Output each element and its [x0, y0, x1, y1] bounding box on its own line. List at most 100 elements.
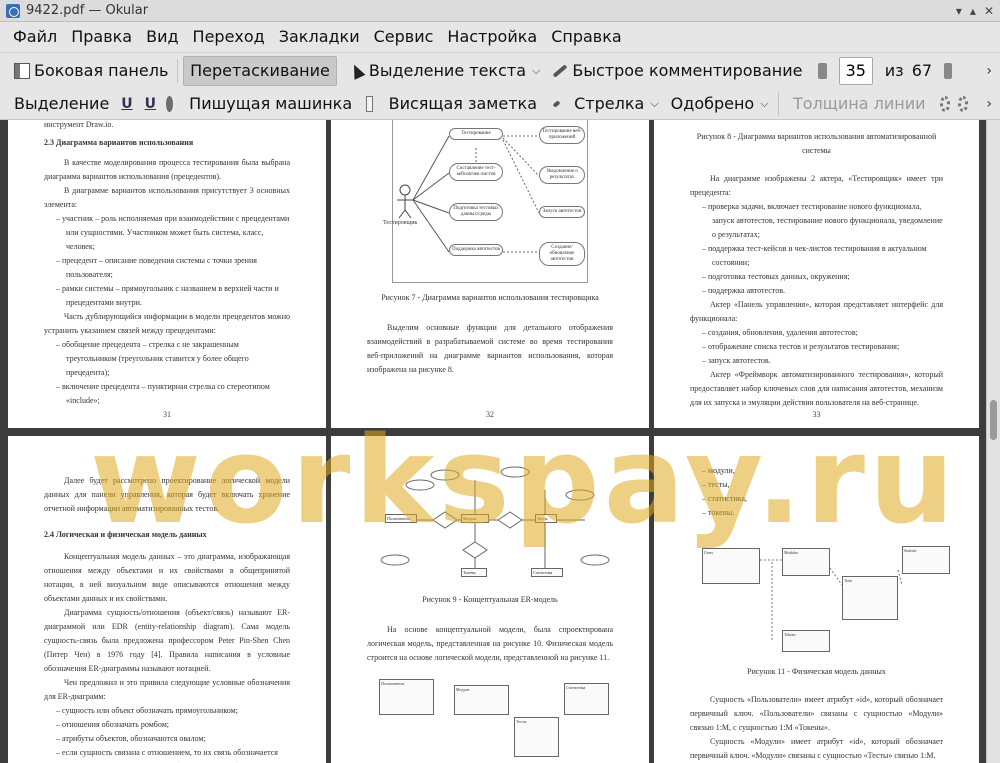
- okular-app-icon: [6, 3, 20, 18]
- minimize-icon[interactable]: ▾: [956, 4, 962, 18]
- strikeout-icon[interactable]: [166, 95, 174, 112]
- physical-table: Tests: [842, 576, 898, 620]
- list-item: – запуск автотестов.: [702, 356, 771, 365]
- physical-model-diagram: Users Modules Tests Tokens Statistic: [702, 540, 952, 655]
- list-item: – прецедент – описание поведения системы…: [56, 256, 257, 279]
- paragraph: Концептуальная модель данных – это диагр…: [44, 552, 290, 603]
- menu-view[interactable]: Вид: [139, 22, 185, 52]
- paragraph: Выделим основные функции для детального …: [367, 323, 613, 374]
- er-entity: Статистика: [531, 568, 563, 577]
- close-icon[interactable]: ✕: [984, 4, 994, 18]
- use-case-node: Поддержка автотестов: [449, 244, 503, 256]
- main-toolbar: Боковая панель Перетаскивание Выделение …: [0, 52, 1000, 88]
- menu-tools[interactable]: Сервис: [367, 22, 441, 52]
- physical-table: Statistic: [902, 546, 950, 574]
- page-down-icon[interactable]: [944, 62, 953, 79]
- physical-table: Modules: [782, 548, 830, 576]
- menu-bookmarks[interactable]: Закладки: [272, 22, 367, 52]
- window-controls: ▾ ▴ ✕: [956, 4, 994, 18]
- list-item: – сущность или объект обозначать прямоуг…: [56, 706, 238, 715]
- chevron-down-icon[interactable]: ⌵: [760, 97, 768, 111]
- figure-caption: Рисунок 9 - Концептуальная ER-модель: [422, 595, 558, 604]
- toolbar-overflow-icon[interactable]: ›: [978, 63, 1000, 79]
- sidebar-button[interactable]: Боковая панель: [8, 56, 174, 86]
- menu-file[interactable]: Файл: [6, 22, 64, 52]
- typewriter-button[interactable]: Пишущая машинка: [183, 89, 358, 119]
- color-picker-icon[interactable]: [939, 95, 950, 112]
- menu-help[interactable]: Справка: [544, 22, 629, 52]
- section-heading: 2.4 Логическая и физическая модель данны…: [44, 530, 207, 539]
- paragraph: На основе концептуальной модели, была сп…: [367, 625, 613, 662]
- menu-settings[interactable]: Настройка: [440, 22, 544, 52]
- er-entity: Тесты: [535, 514, 557, 523]
- er-entity: Пользователи: [385, 514, 417, 523]
- note-icon: [366, 95, 373, 112]
- maximize-icon[interactable]: ▴: [970, 4, 976, 18]
- arrow-button[interactable]: Стрелка ⌵: [568, 89, 665, 119]
- drag-mode-label: Перетаскивание: [190, 61, 330, 80]
- er-diagram: Пользователи Модули Тесты Токены Статист…: [365, 460, 615, 585]
- list-item: – рамки системы – прямоугольник с назван…: [56, 284, 279, 307]
- document-view[interactable]: инструмент Draw.io. 2.3 Диаграмма вариан…: [0, 120, 986, 763]
- sidebar-label: Боковая панель: [34, 61, 169, 80]
- list-item: – токены.: [702, 508, 735, 517]
- squiggle-underline-icon[interactable]: U: [145, 96, 156, 112]
- paragraph: В качестве моделирования процесса тестир…: [44, 158, 290, 181]
- er-entity: Токены: [461, 568, 487, 577]
- use-case-node: Подготовка тестовых данных/среды: [449, 203, 503, 221]
- vertical-scrollbar[interactable]: [986, 120, 1000, 763]
- text-select-button[interactable]: Выделение текста ⌵: [345, 56, 546, 86]
- menu-go[interactable]: Переход: [186, 22, 272, 52]
- quick-comment-button[interactable]: Быстрое комментирование: [546, 56, 808, 86]
- page-36: – модули, – тесты, – статистика, – токен…: [654, 436, 979, 763]
- menu-bar: Файл Правка Вид Переход Закладки Сервис …: [0, 22, 1000, 52]
- use-case-node: Тестирование: [449, 128, 503, 140]
- list-item: – статистика,: [702, 494, 747, 503]
- page-35: Пользователи Модули Тесты Токены Статист…: [331, 436, 649, 763]
- chevron-down-icon[interactable]: ⌵: [650, 97, 658, 111]
- text-select-label: Выделение текста: [368, 61, 526, 80]
- list-item: – участник – роль исполняемая при взаимо…: [56, 214, 290, 251]
- page-number-input[interactable]: 35: [838, 56, 873, 85]
- toolbar-overflow-icon[interactable]: ›: [978, 96, 1000, 112]
- sidebar-icon: [14, 62, 30, 79]
- page-up-icon[interactable]: [818, 62, 827, 79]
- stamp-button[interactable]: Одобрено ⌵: [665, 89, 775, 119]
- list-item: – если сущность связана с отношением, то…: [56, 748, 278, 763]
- logical-table: Пользователи: [379, 679, 434, 715]
- opacity-icon[interactable]: [957, 95, 969, 112]
- figure-caption: Рисунок 11 - Физическая модель данных: [747, 667, 886, 676]
- paragraph: Актер «Фреймворк автоматизированного тес…: [690, 370, 943, 407]
- scrollbar-thumb[interactable]: [990, 400, 997, 440]
- list-item: – проверка задачи, включает тестирование…: [702, 202, 943, 239]
- use-case-node: Запуск автотестов: [539, 206, 585, 218]
- list-item: – модули,: [702, 466, 735, 475]
- list-item: – отображение списка тестов и результато…: [702, 342, 900, 351]
- highlight-button[interactable]: Выделение: [8, 89, 115, 119]
- list-item: – обобщение прецедента – стрелка с не за…: [56, 340, 249, 377]
- use-case-node: Уведомление о результатах: [539, 166, 585, 184]
- highlight-label: Выделение: [14, 94, 110, 113]
- line-width-button[interactable]: Толщина линии: [787, 89, 932, 119]
- page-number: 33: [812, 410, 821, 419]
- paragraph: Сущность «Пользователи» имеет атрибут «i…: [690, 695, 943, 732]
- popup-note-button[interactable]: Висящая заметка: [383, 89, 543, 119]
- paragraph: Чен предложил и это привила следующие ус…: [44, 678, 290, 701]
- paragraph: Диаграмма сущность/отношения (объект/свя…: [44, 608, 290, 673]
- use-case-node: Создание/обновление автотестов: [539, 242, 585, 266]
- chevron-down-icon[interactable]: ⌵: [532, 64, 540, 78]
- use-case-node: Тестирование веб-приложений: [539, 126, 585, 144]
- quick-comment-label: Быстрое комментирование: [572, 61, 803, 80]
- menu-edit[interactable]: Правка: [64, 22, 139, 52]
- list-item: – атрибуты объектов, обозначаются овалом…: [56, 734, 206, 743]
- figure-caption: Рисунок 7 - Диаграмма вариантов использо…: [381, 293, 599, 302]
- list-item: – подготовка тестовых данных, окружения;: [702, 272, 850, 281]
- annotation-toolbar: Выделение U U Пишущая машинка Висящая за…: [0, 88, 1000, 120]
- drag-mode-button[interactable]: Перетаскивание: [183, 55, 337, 86]
- actor-label: Тестировщик: [383, 220, 418, 226]
- use-case-diagram: Тестирование Составление тест-кейсов/чек…: [383, 120, 588, 283]
- page-33: Рисунок 8 - Диаграмма вариантов использо…: [654, 120, 979, 428]
- underline-icon[interactable]: U: [121, 96, 132, 112]
- paragraph: В диаграмме вариантов использования прис…: [44, 186, 290, 209]
- window-title: 9422.pdf — Okular: [26, 3, 149, 18]
